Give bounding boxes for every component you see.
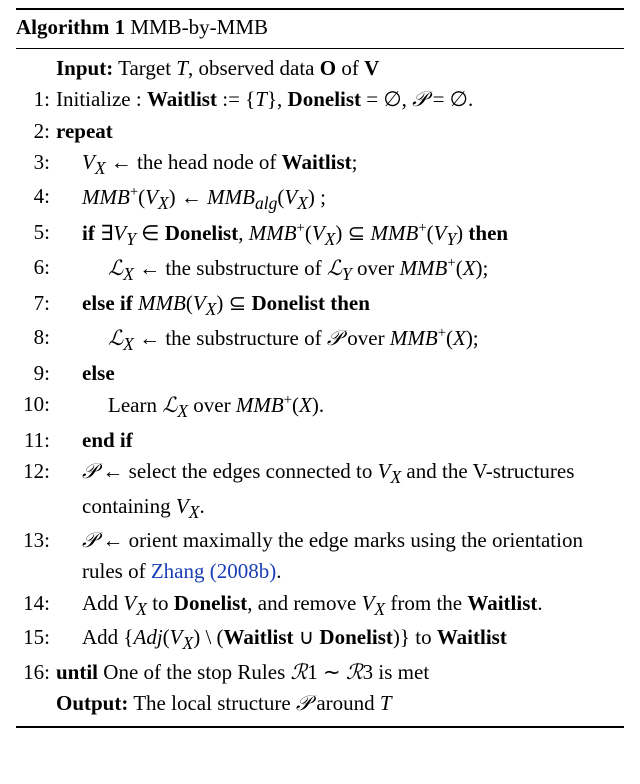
line-7: 7: else if MMB(VX) ⊆ Donelist then bbox=[16, 288, 624, 322]
algorithm-name: MMB-by-MMB bbox=[130, 15, 268, 39]
line-15: 15: Add {Adj(VX) \ (Waitlist ∪ Donelist)… bbox=[16, 622, 624, 656]
algorithm-label: Algorithm 1 bbox=[16, 15, 125, 39]
algorithm-body: Input: Target T, observed data O of V 1:… bbox=[16, 49, 624, 728]
line-6: 6: ℒX ← the substructure of ℒY over MMB+… bbox=[16, 252, 624, 287]
algorithm-box: Algorithm 1 MMB-by-MMB Input: Target T, … bbox=[0, 0, 640, 740]
line-14: 14: Add VX to Donelist, and remove VX fr… bbox=[16, 588, 624, 622]
line-3: 3: VX ← the head node of Waitlist; bbox=[16, 147, 624, 181]
line-16: 16: until One of the stop Rules ℛ1 ∼ ℛ3 … bbox=[16, 657, 624, 689]
input-line: Input: Target T, observed data O of V bbox=[16, 53, 624, 85]
input-label: Input: bbox=[56, 56, 113, 80]
line-4: 4: MMB+(VX) ← MMBalg(VX) ; bbox=[16, 181, 624, 216]
line-1: 1: Initialize : Waitlist := {T}, Donelis… bbox=[16, 84, 624, 116]
line-2: 2: repeat bbox=[16, 116, 624, 148]
line-8: 8: ℒX ← the substructure of 𝒫 over MMB+(… bbox=[16, 322, 624, 357]
line-10: 10: Learn ℒX over MMB+(X). bbox=[16, 389, 624, 424]
algorithm-title-row: Algorithm 1 MMB-by-MMB bbox=[16, 8, 624, 49]
line-11: 11: end if bbox=[16, 425, 624, 457]
line-9: 9: else bbox=[16, 358, 624, 390]
output-label: Output: bbox=[56, 691, 128, 715]
line-12: 12: 𝒫 ← select the edges connected to VX… bbox=[16, 456, 624, 525]
output-line: Output: The local structure 𝒫 around T bbox=[16, 688, 624, 720]
line-5: 5: if ∃VY ∈ Donelist, MMB+(VX) ⊆ MMB+(VY… bbox=[16, 217, 624, 252]
citation-link[interactable]: Zhang bbox=[151, 559, 205, 583]
line-13: 13: 𝒫 ← orient maximally the edge marks … bbox=[16, 525, 624, 588]
